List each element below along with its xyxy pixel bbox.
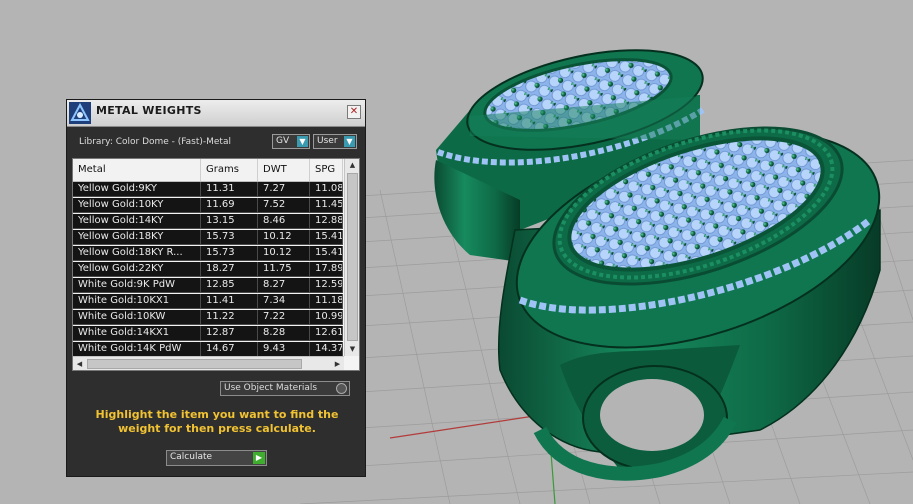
grams-cell: 15.73 xyxy=(201,230,258,245)
horizontal-scroll-thumb[interactable] xyxy=(87,359,302,369)
spg-cell: 15.41 xyxy=(310,246,343,261)
grams-cell: 11.69 xyxy=(201,198,258,213)
metal-weights-table[interactable]: Metal Grams DWT SPG Yellow Gold:9KY 11.3… xyxy=(72,158,360,371)
title-bar[interactable]: METAL WEIGHTS ✕ xyxy=(67,100,365,127)
scroll-up-icon[interactable]: ▲ xyxy=(345,159,359,172)
scroll-left-icon[interactable]: ◀ xyxy=(73,357,86,370)
dwt-cell: 7.27 xyxy=(258,182,310,197)
spg-cell: 12.61 xyxy=(310,326,343,341)
grams-cell: 13.15 xyxy=(201,214,258,229)
close-icon: ✕ xyxy=(349,106,359,117)
dwt-cell: 8.46 xyxy=(258,214,310,229)
close-button[interactable]: ✕ xyxy=(347,105,361,119)
grams-cell: 12.87 xyxy=(201,326,258,341)
metal-cell: White Gold:14KX1 xyxy=(73,326,201,341)
library-label: Library: Color Dome - (Fast)-Metal xyxy=(79,137,231,147)
dwt-cell: 8.28 xyxy=(258,326,310,341)
dwt-cell: 10.12 xyxy=(258,246,310,261)
scroll-down-icon[interactable]: ▼ xyxy=(345,343,359,356)
column-header-metal[interactable]: Metal xyxy=(73,159,201,181)
spg-cell: 12.59 xyxy=(310,278,343,293)
table-row[interactable]: Yellow Gold:10KY 11.69 7.52 11.45 xyxy=(73,198,343,213)
calculate-button[interactable]: Calculate ▶ xyxy=(166,450,267,466)
spg-cell: 17.89 xyxy=(310,262,343,277)
metal-cell: Yellow Gold:9KY xyxy=(73,182,201,197)
spg-cell: 10.99 xyxy=(310,310,343,325)
grams-cell: 14.67 xyxy=(201,342,258,357)
table-row[interactable]: White Gold:10KW 11.22 7.22 10.99 xyxy=(73,310,343,325)
table-row[interactable]: White Gold:9K PdW 12.85 8.27 12.59 xyxy=(73,278,343,293)
use-object-materials-label: Use Object Materials xyxy=(224,383,318,393)
use-object-materials-toggle[interactable]: Use Object Materials xyxy=(220,381,350,396)
table-row[interactable]: Yellow Gold:22KY 18.27 11.75 17.89 xyxy=(73,262,343,277)
metal-cell: Yellow Gold:14KY xyxy=(73,214,201,229)
metal-cell: White Gold:10KW xyxy=(73,310,201,325)
dwt-cell: 10.12 xyxy=(258,230,310,245)
metal-cell: White Gold:10KX1 xyxy=(73,294,201,309)
vertical-scroll-thumb[interactable] xyxy=(347,173,358,341)
grams-cell: 18.27 xyxy=(201,262,258,277)
table-row[interactable]: Yellow Gold:18KY 15.73 10.12 15.41 xyxy=(73,230,343,245)
instruction-text: Highlight the item you want to find the … xyxy=(95,408,339,435)
spg-cell: 14.37 xyxy=(310,342,343,357)
grams-cell: 12.85 xyxy=(201,278,258,293)
gv-dropdown[interactable]: GV ▼ xyxy=(272,134,310,149)
dwt-cell: 7.22 xyxy=(258,310,310,325)
user-dropdown-value: User xyxy=(317,136,338,146)
metal-cell: White Gold:14K PdW xyxy=(73,342,201,357)
grams-cell: 11.22 xyxy=(201,310,258,325)
horizontal-scrollbar[interactable]: ◀ ▶ xyxy=(73,356,344,370)
dwt-cell: 11.75 xyxy=(258,262,310,277)
metal-cell: Yellow Gold:18KY R... xyxy=(73,246,201,261)
column-header-spg[interactable]: SPG xyxy=(310,159,343,181)
chevron-down-icon: ▼ xyxy=(344,136,355,147)
metal-cell: Yellow Gold:22KY xyxy=(73,262,201,277)
chevron-down-icon: ▼ xyxy=(297,136,308,147)
spg-cell: 11.45 xyxy=(310,198,343,213)
panel-title: METAL WEIGHTS xyxy=(96,104,202,117)
user-dropdown[interactable]: User ▼ xyxy=(313,134,357,149)
column-header-grams[interactable]: Grams xyxy=(201,159,258,181)
radio-icon[interactable] xyxy=(336,383,347,394)
vertical-scrollbar[interactable]: ▲ ▼ xyxy=(344,159,359,356)
spg-cell: 12.88 xyxy=(310,214,343,229)
grams-cell: 11.31 xyxy=(201,182,258,197)
dwt-cell: 7.52 xyxy=(258,198,310,213)
scroll-right-icon[interactable]: ▶ xyxy=(331,357,344,370)
metal-cell: Yellow Gold:10KY xyxy=(73,198,201,213)
table-row[interactable]: White Gold:14K PdW 14.67 9.43 14.37 xyxy=(73,342,343,357)
spg-cell: 11.18 xyxy=(310,294,343,309)
dwt-cell: 9.43 xyxy=(258,342,310,357)
app-logo-icon xyxy=(69,102,91,124)
dwt-cell: 8.27 xyxy=(258,278,310,293)
dwt-cell: 7.34 xyxy=(258,294,310,309)
grams-cell: 11.41 xyxy=(201,294,258,309)
table-row[interactable]: Yellow Gold:14KY 13.15 8.46 12.88 xyxy=(73,214,343,229)
column-header-dwt[interactable]: DWT xyxy=(258,159,310,181)
metal-cell: White Gold:9K PdW xyxy=(73,278,201,293)
table-row[interactable]: Yellow Gold:18KY R... 15.73 10.12 15.41 xyxy=(73,246,343,261)
table-row[interactable]: White Gold:10KX1 11.41 7.34 11.18 xyxy=(73,294,343,309)
spg-cell: 11.08 xyxy=(310,182,343,197)
metal-weights-panel: METAL WEIGHTS ✕ Library: Color Dome - (F… xyxy=(66,99,366,477)
calculate-label: Calculate xyxy=(170,452,213,462)
arrow-right-icon: ▶ xyxy=(253,452,265,464)
metal-cell: Yellow Gold:18KY xyxy=(73,230,201,245)
table-row[interactable]: White Gold:14KX1 12.87 8.28 12.61 xyxy=(73,326,343,341)
table-row[interactable]: Yellow Gold:9KY 11.31 7.27 11.08 xyxy=(73,182,343,197)
spg-cell: 15.41 xyxy=(310,230,343,245)
gv-dropdown-value: GV xyxy=(276,136,290,146)
table-header: Metal Grams DWT SPG xyxy=(73,159,343,182)
grams-cell: 15.73 xyxy=(201,246,258,261)
